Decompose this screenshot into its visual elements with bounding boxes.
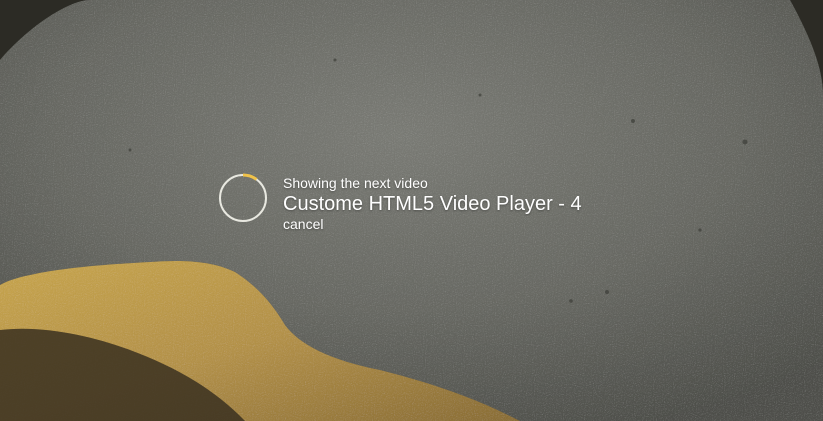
- next-video-info: Showing the next video Custome HTML5 Vid…: [283, 172, 582, 234]
- countdown-track: [219, 174, 267, 222]
- next-video-title: Custome HTML5 Video Player - 4: [283, 193, 582, 215]
- cancel-link[interactable]: cancel: [283, 216, 323, 232]
- countdown-ring-icon: [218, 173, 268, 223]
- next-video-label: Showing the next video: [283, 175, 428, 191]
- next-video-overlay: Showing the next video Custome HTML5 Vid…: [218, 172, 582, 234]
- video-player[interactable]: Showing the next video Custome HTML5 Vid…: [0, 0, 823, 421]
